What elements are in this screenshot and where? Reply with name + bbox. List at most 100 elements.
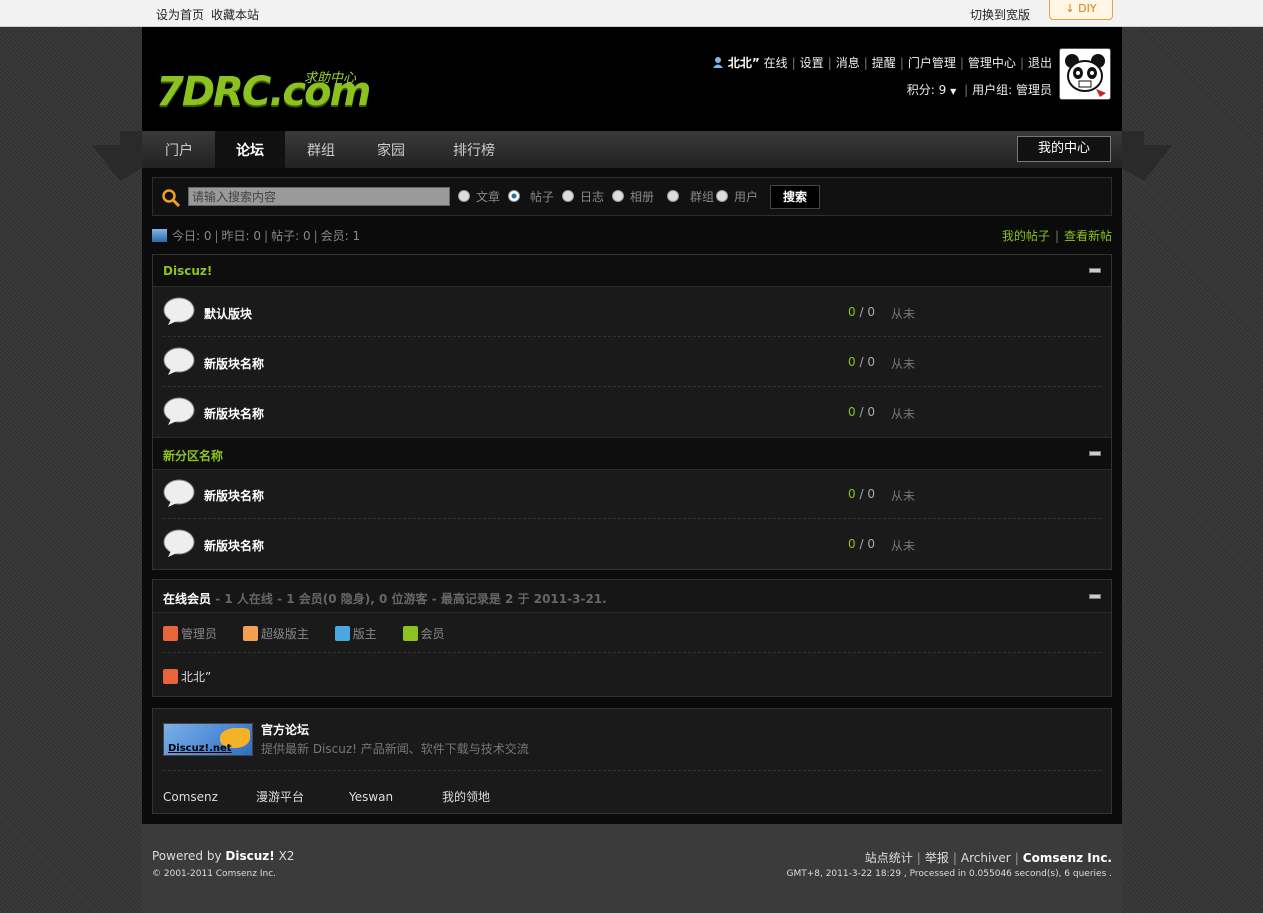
option-label: 文章 bbox=[476, 190, 501, 204]
radio-icon[interactable] bbox=[562, 190, 574, 202]
collapse-icon[interactable] bbox=[1089, 451, 1101, 456]
collapse-icon[interactable] bbox=[1089, 268, 1101, 273]
diy-button[interactable]: ↓ DIY bbox=[1049, 0, 1113, 20]
text-links: Comsenz 漫游平台 Yeswan 我的领地 bbox=[163, 788, 535, 805]
menu-admin-center[interactable]: 管理中心 bbox=[968, 56, 1016, 70]
user-group[interactable]: 用户组: 管理员 bbox=[972, 83, 1052, 97]
mod-user-icon bbox=[334, 626, 350, 641]
radio-icon[interactable] bbox=[612, 190, 624, 202]
stat-today: 今日: 0 bbox=[172, 229, 212, 243]
stats-link[interactable]: 站点统计 bbox=[865, 851, 913, 865]
forum-last-post: 从未 bbox=[891, 307, 916, 321]
search-option-group[interactable]: 群组 bbox=[667, 190, 714, 204]
legend-member: 会员 bbox=[402, 626, 445, 641]
forum-counts: 0 / 0 bbox=[848, 305, 875, 319]
online-title-text[interactable]: 在线会员 bbox=[163, 592, 211, 606]
forum-name[interactable]: 新版块名称 bbox=[204, 487, 264, 504]
ribbon-left-decoration bbox=[92, 131, 142, 181]
page-wrapper: 7DRC.com 求助中心 北北” 在线 | 设置 | 消息 | 提醒 | 门户管理 | 管理中心 |… bbox=[92, 27, 1172, 913]
ribbon-right-decoration bbox=[1122, 131, 1172, 181]
search-option-album[interactable]: 相册 bbox=[612, 190, 654, 204]
search-bar: 请输入搜索内容 文章 帖子 日志 相册 群组 用户 搜索 bbox=[152, 177, 1112, 216]
new-posts-link[interactable]: 查看新帖 bbox=[1064, 229, 1112, 243]
switch-width-link[interactable]: 切换到宽版 bbox=[970, 6, 1030, 23]
link-title[interactable]: 官方论坛 bbox=[261, 721, 309, 738]
forum-bubble-icon bbox=[163, 347, 195, 375]
search-input[interactable]: 请输入搜索内容 bbox=[188, 187, 450, 206]
search-option-post[interactable]: 帖子 bbox=[508, 190, 554, 204]
logo-sub-text: 求助中心 bbox=[304, 71, 357, 86]
menu-messages[interactable]: 消息 bbox=[836, 56, 860, 70]
option-label: 日志 bbox=[580, 190, 605, 204]
search-option-article[interactable]: 文章 bbox=[458, 190, 500, 204]
category-title[interactable]: Discuz! bbox=[163, 264, 212, 278]
forum-name[interactable]: 新版块名称 bbox=[204, 537, 264, 554]
forum-row: 默认版块 0 / 0 从未 bbox=[153, 287, 1111, 337]
radio-icon[interactable] bbox=[458, 190, 470, 202]
forum-name[interactable]: 默认版块 bbox=[204, 305, 252, 322]
nav-groups[interactable]: 群组 bbox=[292, 131, 350, 168]
category-title[interactable]: 新分区名称 bbox=[163, 447, 223, 464]
forum-bubble-icon bbox=[163, 297, 195, 325]
set-home-link[interactable]: 设为首页 bbox=[156, 8, 204, 22]
footer-links: 站点统计 | 举报 | Archiver | Comsenz Inc. bbox=[864, 851, 1112, 865]
radio-selected-icon[interactable] bbox=[508, 190, 520, 202]
discuz-net-logo[interactable]: Discuz!.net bbox=[163, 723, 253, 756]
option-label: 群组 bbox=[690, 190, 715, 204]
nav-portal[interactable]: 门户 bbox=[150, 131, 208, 168]
nav-home[interactable]: 家园 bbox=[362, 131, 420, 168]
admin-user-icon bbox=[163, 626, 178, 641]
credits-dropdown[interactable]: 积分: 9 bbox=[907, 83, 947, 97]
forum-counts: 0 / 0 bbox=[848, 355, 875, 369]
forum-name[interactable]: 新版块名称 bbox=[204, 355, 264, 372]
link-yeswan[interactable]: Yeswan bbox=[349, 790, 442, 804]
forum-row: 新版块名称 0 / 0 从未 bbox=[153, 519, 1111, 569]
member-user-icon bbox=[402, 626, 418, 641]
radio-icon[interactable] bbox=[716, 190, 728, 202]
search-option-user[interactable]: 用户 bbox=[716, 190, 758, 204]
forum-bubble-icon bbox=[163, 397, 195, 425]
dropdown-arrow-icon[interactable]: ▼ bbox=[950, 87, 956, 96]
user-icon bbox=[713, 57, 724, 68]
search-option-blog[interactable]: 日志 bbox=[562, 190, 604, 204]
forum-counts: 0 / 0 bbox=[848, 487, 875, 501]
user-menu: 北北” 在线 | 设置 | 消息 | 提醒 | 门户管理 | 管理中心 | 退出 bbox=[712, 54, 1052, 71]
link-manyou[interactable]: 漫游平台 bbox=[256, 788, 349, 805]
nav-forum[interactable]: 论坛 bbox=[215, 131, 285, 168]
menu-logout[interactable]: 退出 bbox=[1028, 56, 1052, 70]
forum-row: 新版块名称 0 / 0 从未 bbox=[153, 387, 1111, 437]
radio-icon[interactable] bbox=[667, 190, 679, 202]
online-user-list: 北北” bbox=[163, 668, 211, 685]
my-center-button[interactable]: 我的中心 bbox=[1017, 136, 1111, 162]
forum-bubble-icon bbox=[163, 529, 195, 557]
nav-ranking[interactable]: 排行榜 bbox=[438, 131, 510, 168]
my-posts-link[interactable]: 我的帖子 bbox=[1002, 229, 1050, 243]
menu-portal-admin[interactable]: 门户管理 bbox=[908, 56, 956, 70]
bookmark-link[interactable]: 收藏本站 bbox=[211, 8, 259, 22]
discuz-link[interactable]: Discuz! bbox=[225, 849, 274, 863]
link-my-domain[interactable]: 我的领地 bbox=[442, 788, 535, 805]
report-link[interactable]: 举报 bbox=[925, 851, 949, 865]
category-header: Discuz! bbox=[153, 255, 1111, 287]
menu-settings[interactable]: 设置 bbox=[800, 56, 824, 70]
username-link[interactable]: 北北” bbox=[728, 56, 760, 70]
stat-posts: 帖子: 0 bbox=[271, 229, 311, 243]
legend-admin: 管理员 bbox=[163, 626, 217, 641]
menu-notices[interactable]: 提醒 bbox=[872, 56, 896, 70]
online-user[interactable]: 北北” bbox=[181, 670, 211, 684]
forum-name[interactable]: 新版块名称 bbox=[204, 405, 264, 422]
super-mod-user-icon bbox=[242, 626, 258, 641]
avatar[interactable] bbox=[1059, 48, 1111, 100]
company-link[interactable]: Comsenz Inc. bbox=[1023, 851, 1112, 865]
forum-last-post: 从未 bbox=[891, 357, 916, 371]
option-label: 相册 bbox=[630, 190, 655, 204]
online-legend: 管理员 超级版主 版主 会员 bbox=[163, 625, 467, 642]
link-comsenz[interactable]: Comsenz bbox=[163, 790, 256, 804]
stat-yesterday: 昨日: 0 bbox=[221, 229, 262, 243]
search-button[interactable]: 搜索 bbox=[770, 185, 820, 209]
archiver-link[interactable]: Archiver bbox=[961, 851, 1011, 865]
admin-user-icon bbox=[163, 669, 178, 684]
collapse-icon[interactable] bbox=[1089, 594, 1101, 599]
site-logo[interactable]: 7DRC.com 求助中心 bbox=[156, 67, 371, 117]
forum-last-post: 从未 bbox=[891, 539, 916, 553]
